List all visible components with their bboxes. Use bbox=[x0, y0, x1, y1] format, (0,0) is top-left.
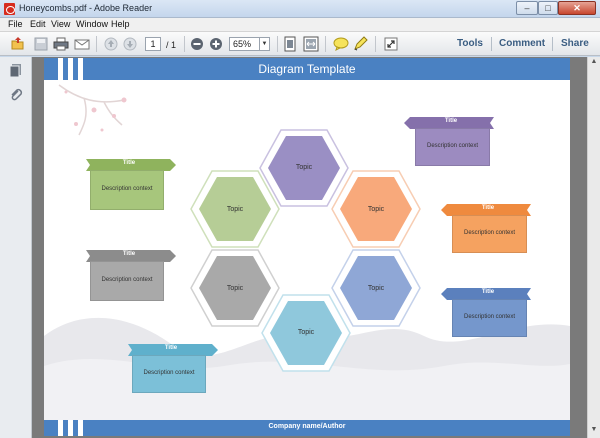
toolbar: 1 / 1 65% ▼ Tools Comment Share bbox=[0, 32, 600, 56]
scroll-up-icon[interactable]: ▲ bbox=[589, 58, 599, 68]
save-icon[interactable] bbox=[33, 36, 49, 52]
page-number-input[interactable]: 1 bbox=[145, 37, 161, 51]
chevron-down-icon[interactable]: ▼ bbox=[259, 38, 269, 50]
next-page-icon[interactable] bbox=[122, 36, 138, 52]
footer-author: Company name/Author bbox=[268, 423, 346, 430]
callout-title: Title bbox=[481, 205, 495, 211]
tools-button[interactable]: Tools bbox=[457, 38, 483, 49]
share-button[interactable]: Share bbox=[561, 38, 589, 49]
menu-help[interactable]: Help bbox=[111, 19, 130, 29]
blossom-branch-decoration bbox=[58, 84, 127, 136]
expand-icon[interactable] bbox=[383, 36, 399, 52]
email-icon[interactable] bbox=[74, 36, 90, 52]
hexagon-label: Topic bbox=[226, 206, 244, 213]
menu-view[interactable]: View bbox=[51, 19, 70, 29]
comment-button[interactable]: Comment bbox=[499, 38, 545, 49]
fit-page-icon[interactable] bbox=[282, 36, 298, 52]
callout-description: Description context bbox=[463, 314, 516, 320]
callout-title: Title bbox=[122, 160, 136, 166]
attachments-paperclip-icon[interactable] bbox=[9, 87, 23, 105]
navigation-panel bbox=[0, 57, 32, 438]
minimize-button[interactable]: – bbox=[516, 1, 538, 15]
callout-description: Description context bbox=[143, 370, 195, 376]
hexagon-label: Topic bbox=[367, 206, 385, 213]
menu-window[interactable]: Window bbox=[76, 19, 108, 29]
maximize-button[interactable]: □ bbox=[538, 1, 558, 15]
menu-file[interactable]: File bbox=[8, 19, 23, 29]
hexagon-label: Topic bbox=[297, 329, 315, 336]
menu-bar: File Edit View Window Help bbox=[0, 18, 600, 32]
previous-page-icon[interactable] bbox=[103, 36, 119, 52]
callout-description: Description context bbox=[463, 230, 516, 236]
fit-width-icon[interactable] bbox=[303, 36, 319, 52]
hexagon-label: Topic bbox=[226, 285, 244, 292]
callout-description: Description context bbox=[426, 143, 479, 149]
callout-title: Title bbox=[122, 251, 136, 257]
comment-bubble-icon[interactable] bbox=[333, 36, 349, 52]
callout-title: Title bbox=[481, 289, 495, 295]
callout-description: Description context bbox=[101, 186, 153, 192]
menu-edit[interactable]: Edit bbox=[30, 19, 46, 29]
callout-title: Title bbox=[164, 345, 178, 351]
vertical-scrollbar[interactable]: ▲ ▼ bbox=[587, 57, 600, 438]
diagram-title: Diagram Template bbox=[258, 62, 356, 76]
zoom-out-icon[interactable] bbox=[189, 36, 205, 52]
page-total: / 1 bbox=[166, 40, 177, 50]
title-bar: Honeycombs.pdf - Adobe Reader – □ ✕ bbox=[0, 0, 600, 18]
print-icon[interactable] bbox=[53, 36, 69, 52]
hexagon-label: Topic bbox=[367, 285, 385, 292]
zoom-select[interactable]: 65% ▼ bbox=[229, 37, 270, 51]
pdf-page: Diagram Template Company name/Author Top… bbox=[44, 58, 570, 436]
callout-title: Title bbox=[444, 118, 458, 124]
callout-description: Description context bbox=[101, 277, 153, 283]
zoom-in-icon[interactable] bbox=[208, 36, 224, 52]
page-thumbnails-icon[interactable] bbox=[9, 63, 23, 81]
zoom-value: 65% bbox=[233, 39, 252, 49]
adobe-reader-icon bbox=[4, 3, 15, 15]
close-button[interactable]: ✕ bbox=[558, 1, 596, 15]
highlight-pen-icon[interactable] bbox=[353, 36, 369, 52]
window-title: Honeycombs.pdf - Adobe Reader bbox=[19, 3, 153, 13]
open-file-icon[interactable] bbox=[10, 36, 26, 52]
scroll-down-icon[interactable]: ▼ bbox=[589, 426, 599, 436]
